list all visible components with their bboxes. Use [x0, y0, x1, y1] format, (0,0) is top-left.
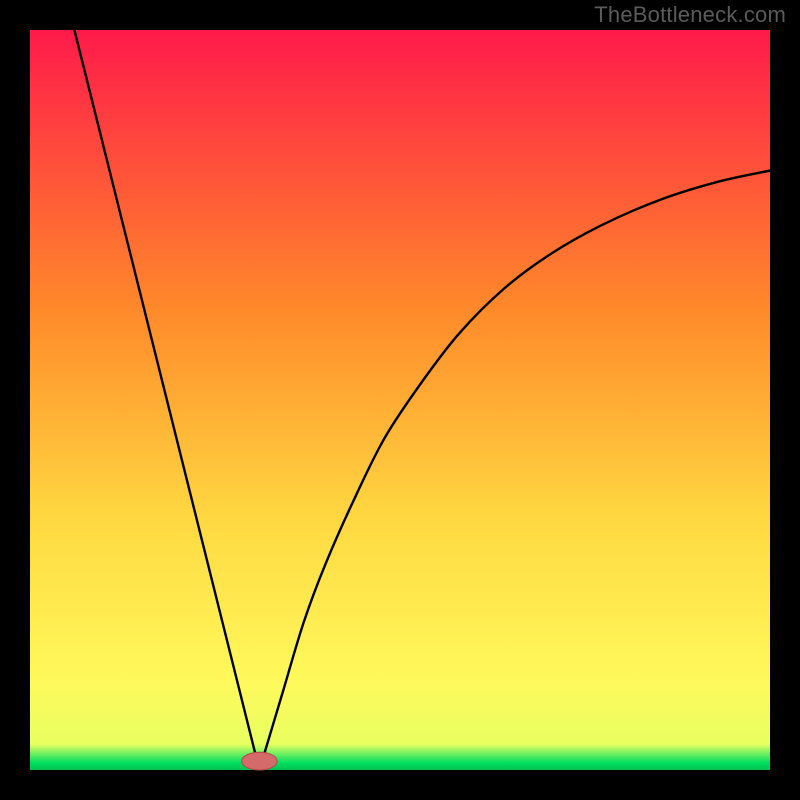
- optimal-marker: [242, 752, 278, 770]
- plot-background: [30, 30, 770, 770]
- chart-frame: { "attribution": "TheBottleneck.com", "c…: [0, 0, 800, 800]
- bottleneck-chart: [0, 0, 800, 800]
